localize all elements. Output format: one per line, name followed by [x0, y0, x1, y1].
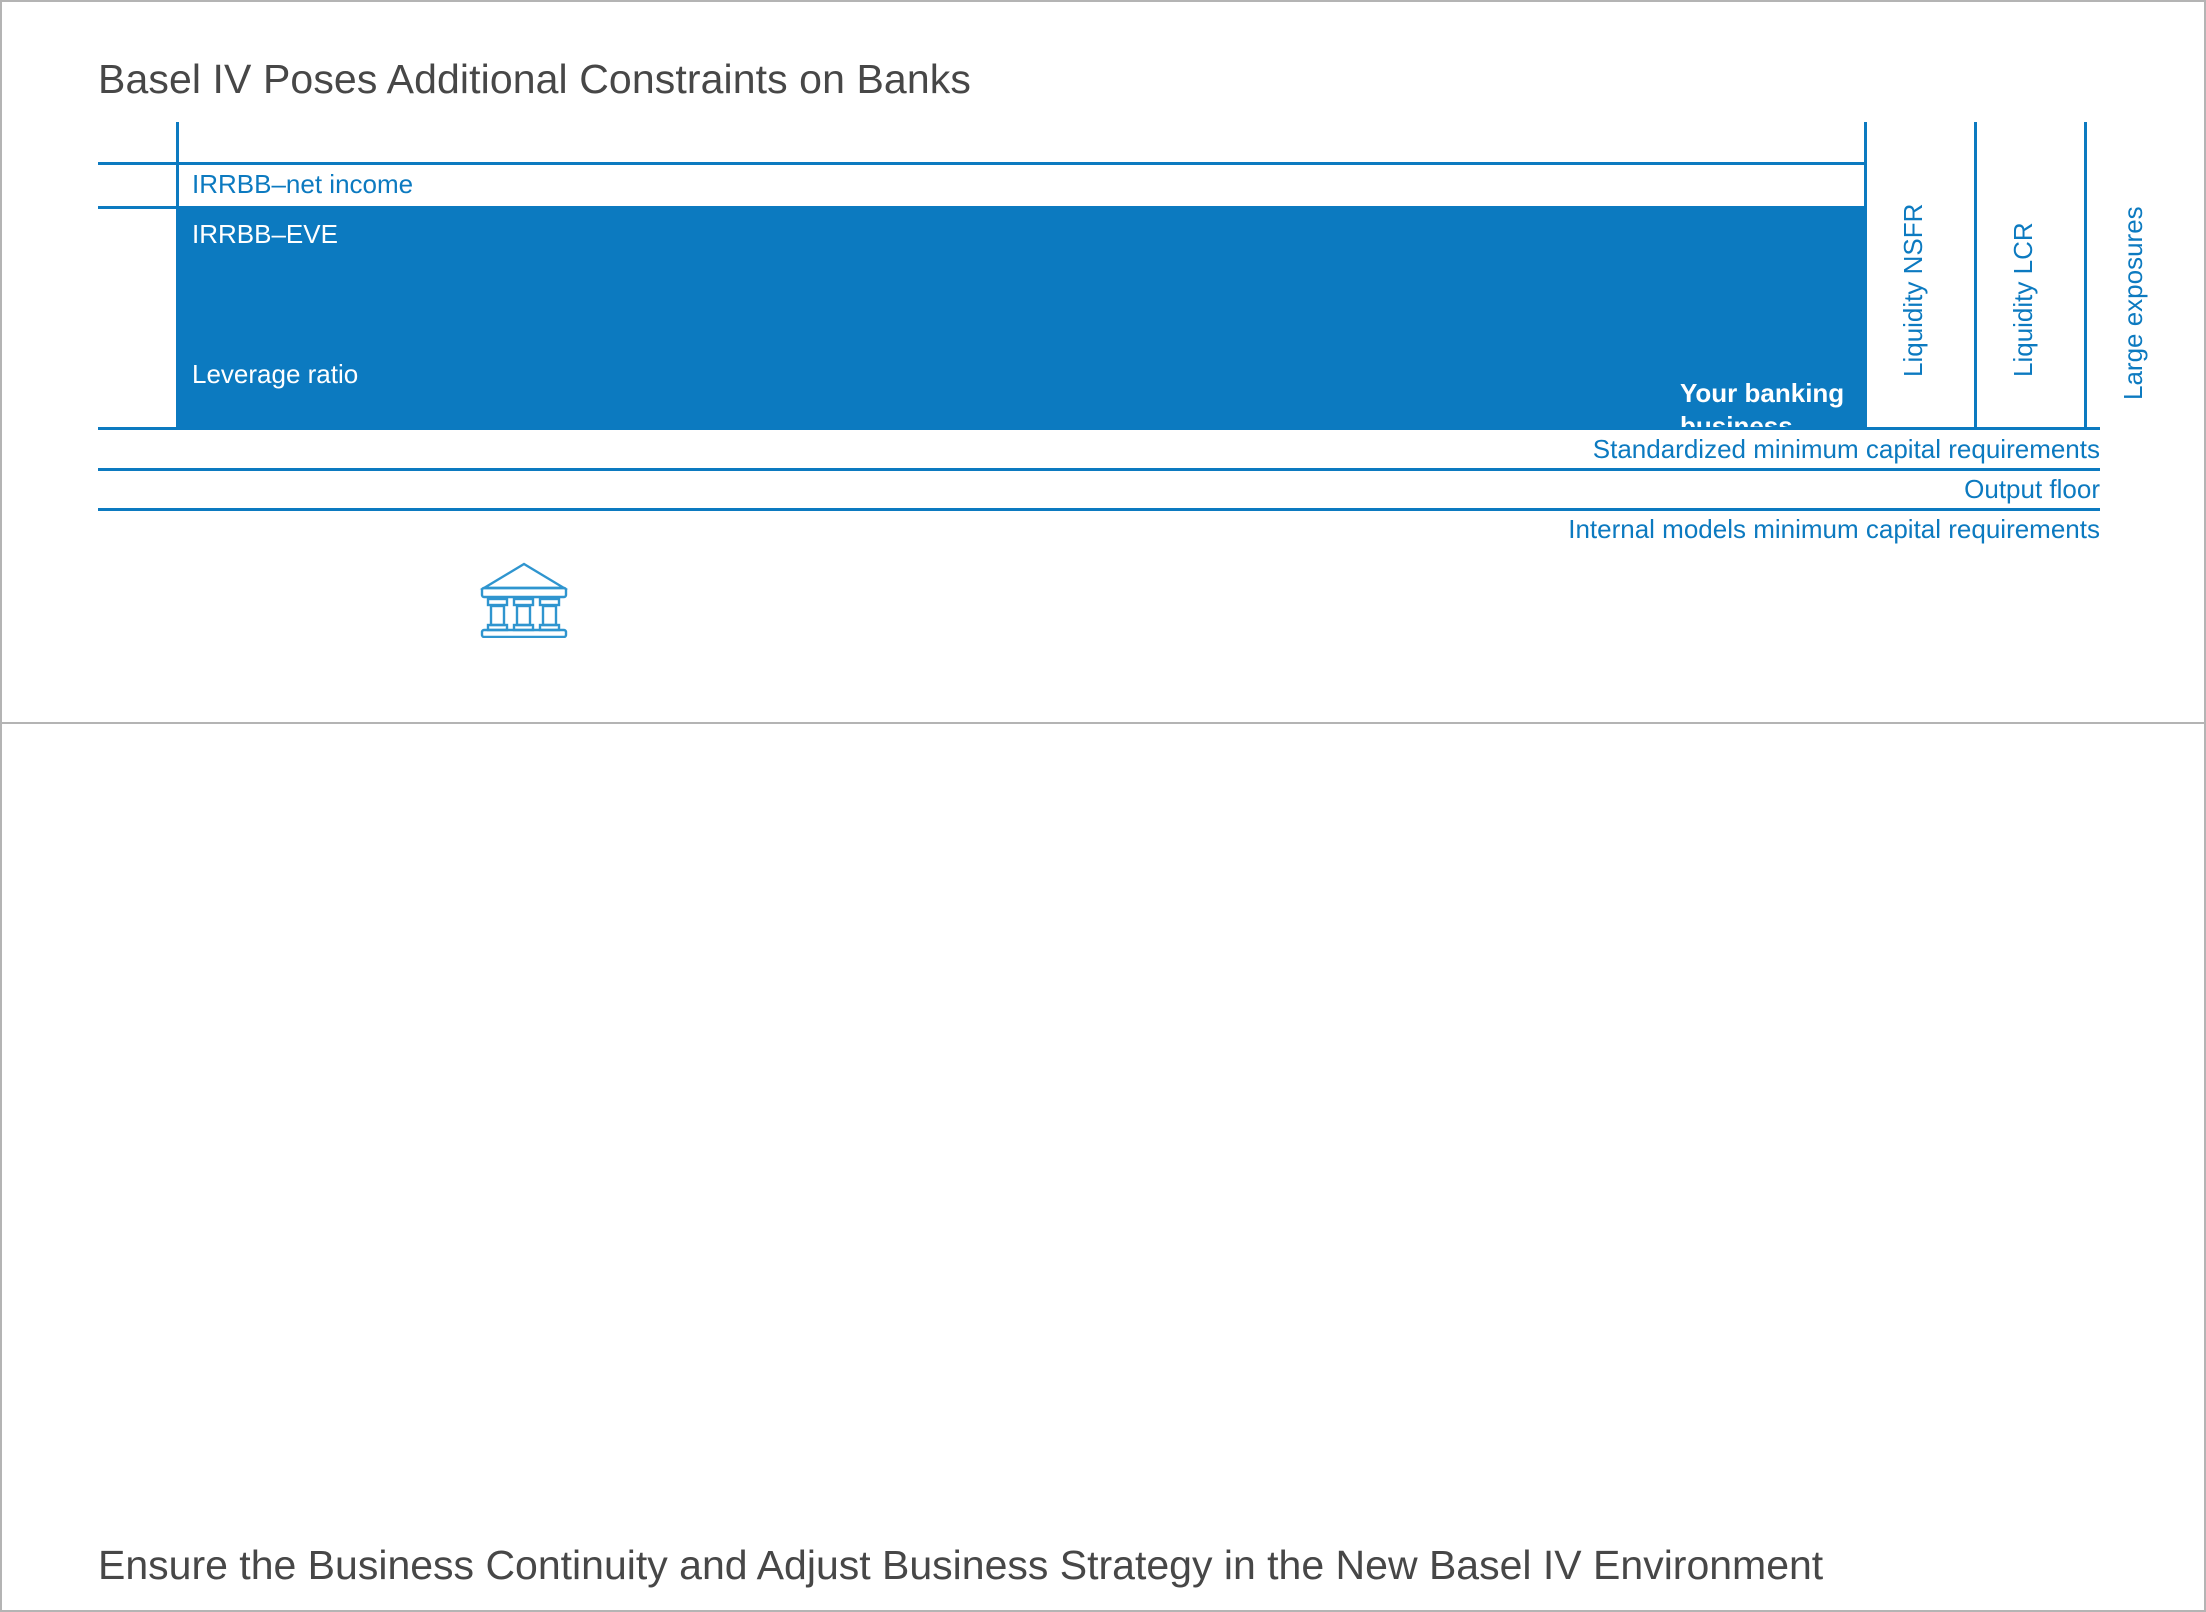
divider-net-income-top	[176, 162, 1864, 165]
basel-constraints-diagram: IRRBB–net income IRRBB–EVE Leverage rati…	[98, 122, 2148, 662]
divider-internal-models-top	[98, 508, 2100, 511]
divider-standardized-top	[98, 427, 2100, 430]
vertical-label-liquidity-nsfr: Liquidity NSFR	[1898, 203, 1928, 377]
vertical-label-large-exposures: Large exposures	[2118, 206, 2148, 400]
divider-top-left	[98, 162, 178, 165]
row-label-irrbb-eve: IRRBB–EVE	[192, 219, 338, 249]
bottom-label-internal-models: Internal models minimum capital requirem…	[1568, 514, 2100, 544]
divider-output-floor-top	[98, 468, 2100, 471]
section1-title: Basel IV Poses Additional Constraints on…	[98, 56, 971, 102]
bottom-label-output-floor: Output floor	[1964, 474, 2100, 504]
vertical-divider-nsfr	[1864, 122, 1867, 427]
bottom-label-standardized: Standardized minimum capital requirement…	[1592, 434, 2100, 464]
slide-page: Basel IV Poses Additional Constraints on…	[0, 0, 2206, 1612]
row-label-irrbb-net-income: IRRBB–net income	[192, 169, 414, 199]
bank-icon	[479, 562, 569, 638]
vertical-divider-large-exposures	[2084, 122, 2087, 427]
section-business-continuity: Ensure the Business Continuity and Adjus…	[2, 724, 2204, 1610]
vertical-divider-lcr	[1974, 122, 1977, 427]
vertical-label-liquidity-lcr: Liquidity LCR	[2008, 222, 2038, 377]
your-banking-business-line1: Your banking	[1680, 378, 1845, 408]
section2-title: Ensure the Business Continuity and Adjus…	[98, 1542, 1824, 1588]
your-banking-business-block	[176, 209, 1864, 427]
divider-mid-left	[98, 206, 178, 209]
row-label-leverage-ratio: Leverage ratio	[192, 359, 359, 389]
section-basel-constraints: Basel IV Poses Additional Constraints on…	[2, 2, 2204, 724]
